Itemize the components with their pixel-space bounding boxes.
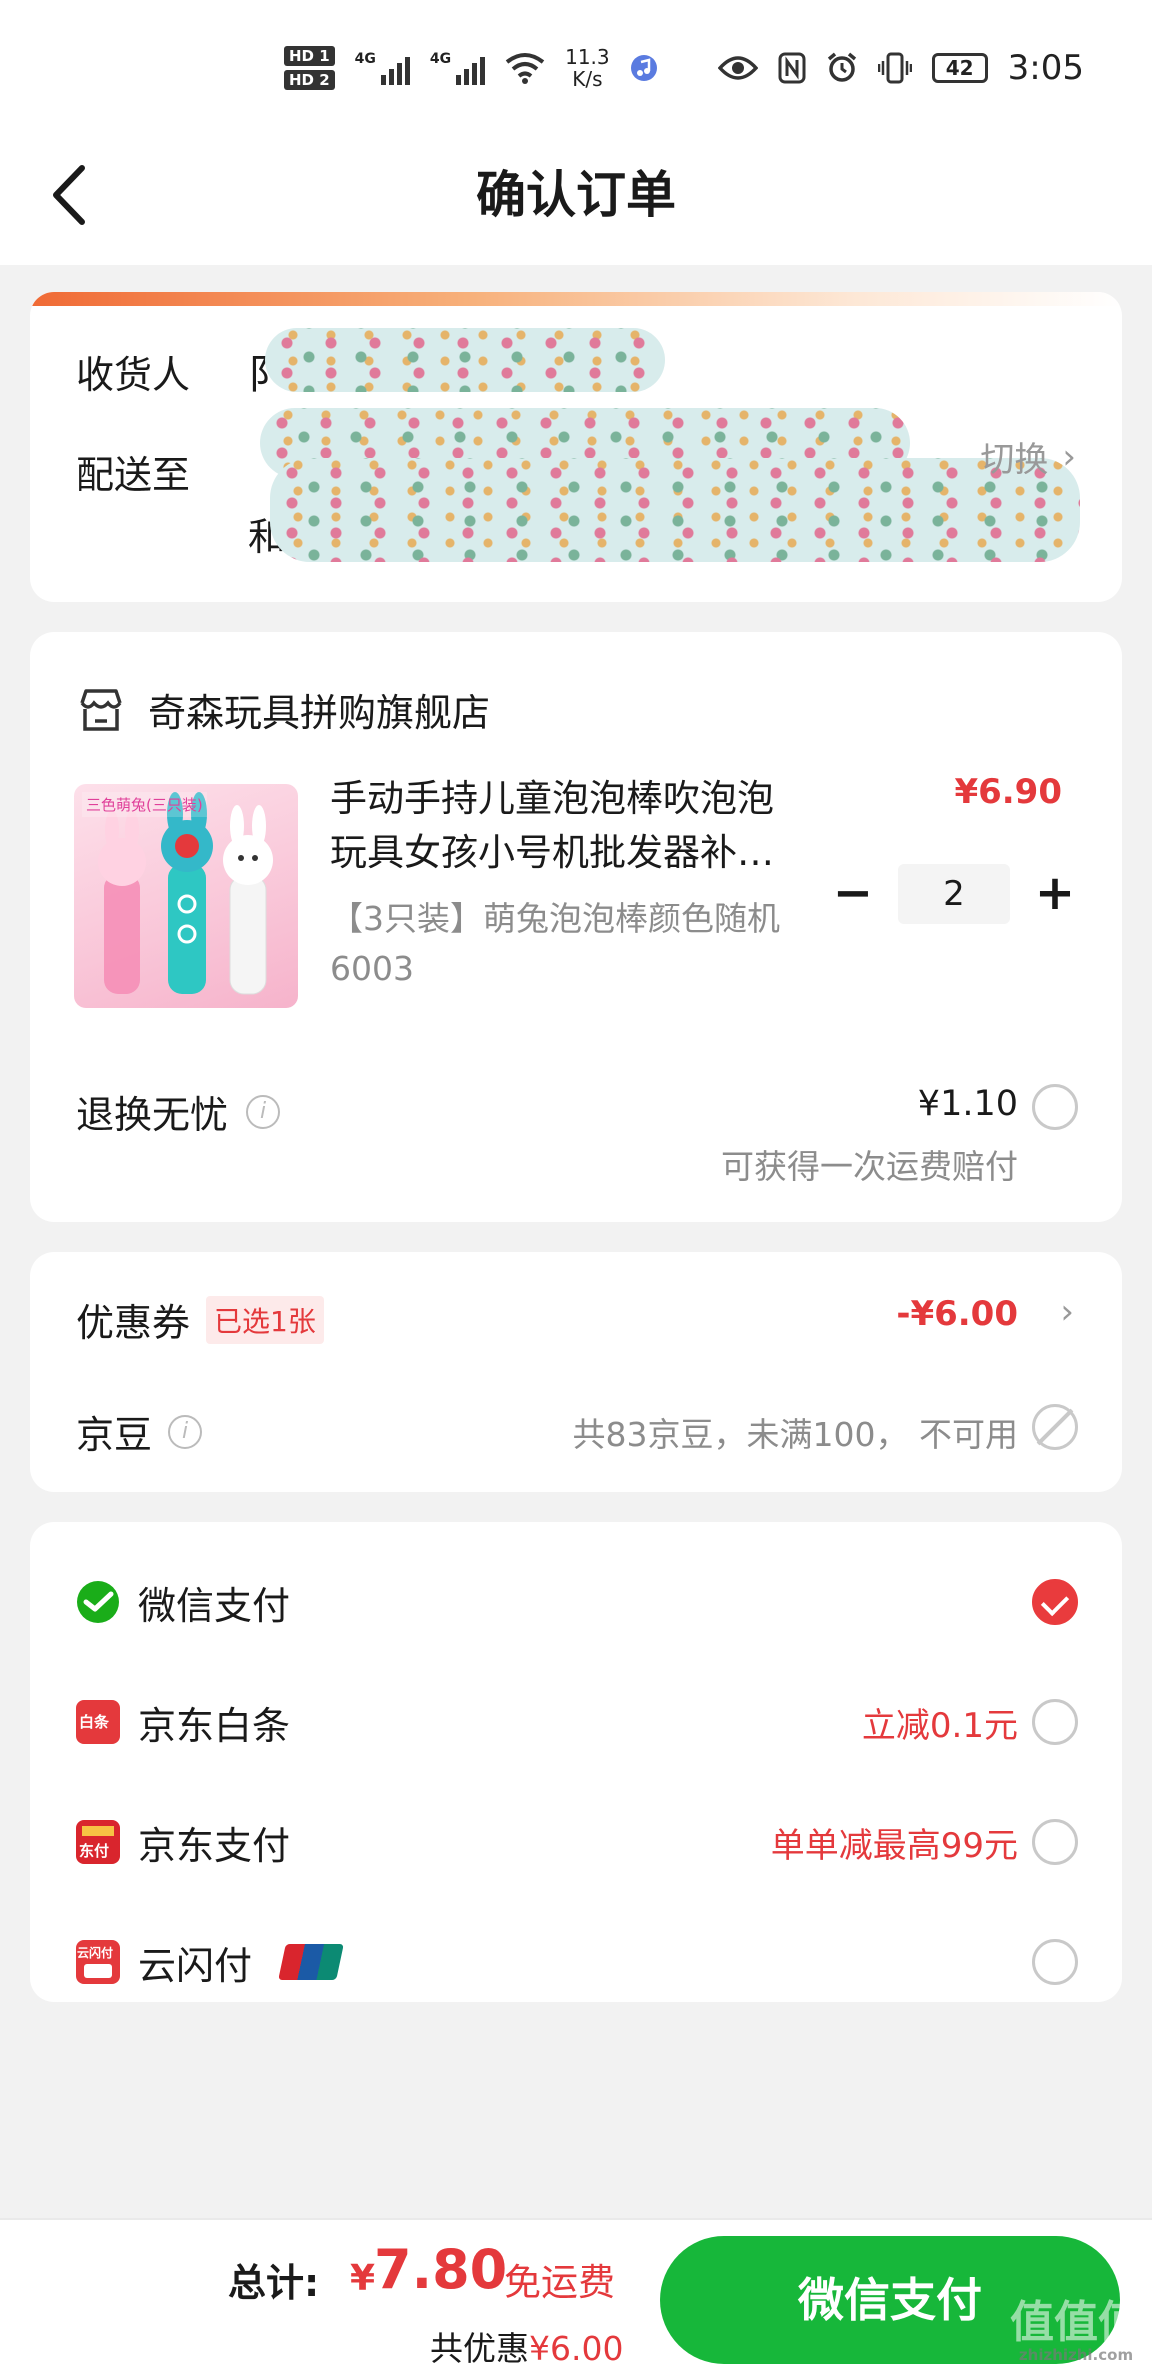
coupon-badge: 已选1张 [206,1295,324,1344]
insurance-note: 可获得一次运费赔付 [721,1147,1018,1186]
eye-icon [717,56,758,80]
saved-amount: 共优惠¥6.00 [430,2329,624,2368]
switch-label: 切换 [980,440,1049,480]
jdpay-radio[interactable] [1032,1819,1078,1865]
product-card: 奇森玩具拼购旗舰店 三色萌兔(三只装) 手动手持儿童泡泡棒吹泡泡 玩具女孩小号机… [30,632,1122,1222]
alarm-icon [827,52,856,82]
hd2-badge: HD 2 [283,70,335,90]
hd1-badge: HD 1 [283,46,335,66]
pay-option-label: 微信支付 [138,1583,291,1628]
pay-option-label: 云闪付 [138,1943,253,1988]
nav-bar: 确认订单 [0,130,1152,265]
insurance-price: ¥1.10 [917,1084,1018,1124]
bubble-wand-illustration [98,792,273,995]
decrease-button[interactable]: − [826,867,880,921]
chevron-right-icon[interactable]: › [1060,1292,1074,1332]
pay-promo: 单单减最高99元 [770,1825,1018,1866]
total-currency: ¥ [350,2258,376,2299]
jdpay-icon: 东付 [76,1820,120,1864]
address-card[interactable]: 收货人 阝 003 配送至 和 切换 › [30,292,1122,602]
insurance-radio[interactable] [1032,1084,1078,1130]
store-header[interactable]: 奇森玩具拼购旗舰店 [76,682,490,737]
wechat-radio[interactable] [1032,1579,1078,1625]
payment-card: 微信支付 白条 京东白条 立减0.1元 东付 京东支付 单单减最高99元 云闪付… [30,1522,1122,2002]
coupon-label: 优惠券 [76,1301,191,1345]
insurance-label: 退换无忧 [76,1093,229,1137]
address-accent-bar [30,292,1122,306]
switch-address-button[interactable]: 切换 › [980,432,1076,481]
pay-promo: 立减0.1元 [861,1705,1018,1746]
info-icon[interactable]: i [168,1414,203,1449]
battery-icon: 42 [931,53,988,83]
yunshanfu-icon: 云闪付 [76,1940,120,1984]
pay-option-label: 京东支付 [138,1823,291,1868]
wechat-pay-icon [77,1581,119,1623]
clock: 3:05 [1007,48,1084,88]
increase-button[interactable]: + [1028,867,1082,921]
signal-icon-2: 4G [430,51,486,85]
product-variant[interactable]: 【3只装】萌兔泡泡棒颜色随机6003 [330,894,840,994]
bean-note: 共83京豆，未满100， 不可用 [572,1415,1018,1454]
hd-indicator: HD 1 HD 2 [283,46,335,90]
bean-row: 京豆 i [76,1404,203,1459]
quantity-value[interactable]: 2 [898,864,1010,924]
receiver-label: 收货人 [76,353,191,397]
pay-option-baitiao[interactable]: 白条 京东白条 立减0.1元 [76,1682,1122,1762]
net-speed: 11.3 K/s [565,45,610,91]
store-icon [80,688,122,731]
unionpay-logo-icon [278,1944,344,1980]
pay-option-jdpay[interactable]: 东付 京东支付 单单减最高99元 [76,1802,1122,1882]
masked-address-2 [270,458,1080,562]
bean-label: 京豆 [76,1413,153,1457]
pay-option-wechat[interactable]: 微信支付 [76,1562,1122,1642]
product-price: ¥6.90 [954,772,1062,812]
product-image[interactable]: 三色萌兔(三只装) [74,784,298,1008]
total-amount: 7.80 [374,2238,508,2301]
masked-receiver [265,328,665,392]
product-image-caption: 三色萌兔(三只装) [82,792,207,817]
signal-icon: 4G [355,51,410,85]
coupon-row[interactable]: 优惠券 已选1张 [76,1292,324,1347]
coupon-value[interactable]: -¥6.00 [896,1294,1018,1334]
site-watermark: 值值值 zhizhizhi.com [1010,2297,1142,2365]
baitiao-icon: 白条 [76,1700,120,1744]
store-name: 奇森玩具拼购旗舰店 [148,691,491,735]
quantity-stepper: − 2 + [826,864,1082,924]
product-title[interactable]: 手动手持儿童泡泡棒吹泡泡 玩具女孩小号机批发器补… [330,772,850,880]
free-shipping-label: 免运费 [504,2261,615,2304]
baitiao-radio[interactable] [1032,1699,1078,1745]
music-app-icon [630,55,657,81]
pay-option-label: 京东白条 [138,1703,291,1748]
total-label: 总计: [228,2261,320,2305]
pay-option-yunshanfu[interactable]: 云闪付 云闪付 [76,1922,1122,2002]
status-bar: HD 1 HD 2 4G 4G 11.3 K/s 42 3:05 [0,0,1152,130]
info-icon[interactable]: i [246,1094,281,1129]
yunshanfu-radio[interactable] [1032,1939,1078,1985]
discount-card: 优惠券 已选1张 -¥6.00 › 京豆 i 共83京豆，未满100， 不可用 [30,1252,1122,1492]
nfc-icon [778,52,806,84]
wifi-icon [505,53,545,84]
chevron-right-icon: › [1062,436,1076,477]
checkout-bar: 总计: ¥ 7.80 免运费 共优惠¥6.00 微信支付 值值值 zhizhiz… [0,2218,1152,2376]
page-title: 确认订单 [476,166,676,224]
deliver-label: 配送至 [76,453,191,497]
bean-disabled-radio [1032,1404,1078,1450]
return-insurance: 退换无忧 i [76,1084,281,1139]
vibrate-icon [877,52,912,84]
